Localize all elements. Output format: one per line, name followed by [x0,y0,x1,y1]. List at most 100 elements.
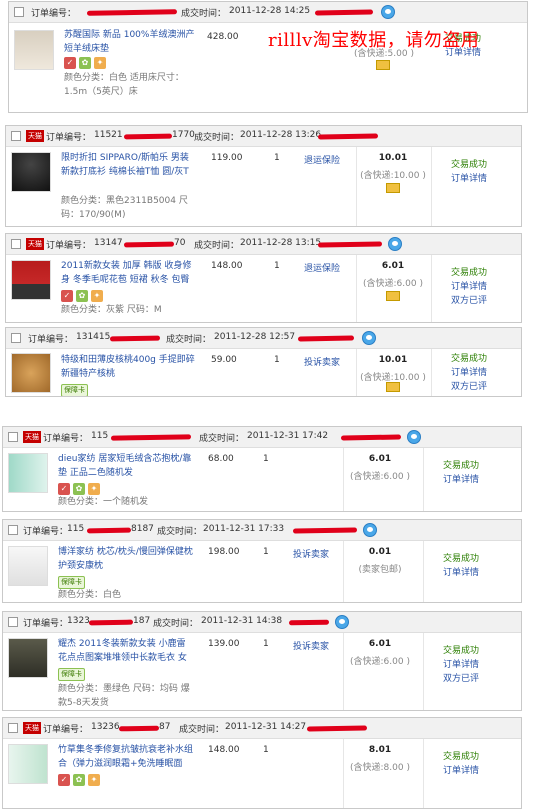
product-title[interactable]: 限时折扣 SIPPARO/斯帕乐 男装 新款打底衫 纯棉长袖T恤 圆/灰T [61,151,196,179]
leaf-icon: ✿ [79,57,91,69]
order-total: 8.01 [368,745,392,755]
order-number-tail: 87 [159,722,171,732]
return-insurance-link[interactable]: 退运保险 [304,153,340,166]
order-checkbox[interactable] [8,432,18,442]
order-detail-link[interactable]: 订单详情 [451,172,487,186]
order-detail-link[interactable]: 订单详情 [443,473,479,487]
order-checkbox[interactable] [11,333,21,343]
status-text: 交易成功 [443,646,480,656]
service-icons: ✓ ✿ ✦ [58,483,100,495]
payment-card-icon [386,291,400,301]
wangwang-chat-icon[interactable] [363,523,377,537]
payment-card-icon [386,382,400,392]
leaf-icon: ✿ [76,290,88,302]
product-title[interactable]: 特级和田薄皮核桃400g 手提即碎 新疆特产核桃 [61,353,196,381]
product-thumbnail[interactable] [8,546,48,586]
wangwang-chat-icon[interactable] [381,5,395,19]
order-total: 10.01 [378,355,408,365]
return-insurance-link[interactable]: 退运保险 [304,261,340,274]
wangwang-chat-icon[interactable] [362,331,376,345]
service-icons: 保障卡 [58,668,85,681]
product-title[interactable]: 博洋家纺 枕芯/枕头/慢回弹保健枕 护颈安康枕 [58,545,193,573]
product-thumbnail[interactable] [8,638,48,678]
deal-time: 2011-12-31 17:42 [247,431,329,441]
order-checkbox[interactable] [14,7,24,17]
unit-price: 148.00 [211,261,243,271]
product-title[interactable]: 耀杰 2011冬装新款女装 小鹿雷花点点图案堆堆领中长款毛衣 女 [58,637,193,665]
status-text: 交易成功 [443,554,480,564]
complain-seller-link[interactable]: 投诉卖家 [304,355,340,368]
product-title[interactable]: dieu家纺 居家短毛绒含芯抱枕/靠垫 正品二色随机发 [58,452,193,480]
wangwang-chat-icon[interactable] [407,430,421,444]
order-card: 订单编号： 115 8187 成交时间： 2011-12-31 17:33 博洋… [2,519,522,603]
redacted-order-number [118,725,160,732]
order-detail-link[interactable]: 订单详情 [443,566,479,580]
order-card: 订单编号： 1323 187 成交时间： 2011-12-31 14:38 耀杰… [2,611,522,711]
product-thumbnail[interactable] [11,152,51,192]
redacted-order-number [109,335,161,342]
both-reviewed-link[interactable]: 双方已评 [451,294,487,308]
order-checkbox[interactable] [8,525,18,535]
order-checkbox[interactable] [8,723,18,733]
tmall-icon: ✓ [61,290,73,302]
unit-price: 198.00 [208,547,240,557]
deal-time-label: 成交时间： [179,725,225,735]
both-reviewed-link[interactable]: 双方已评 [451,380,487,394]
shipping-note: (含快递:6.00 ) [350,472,410,482]
watermark: rilllv淘宝数据，请勿盗用 [268,30,480,51]
deal-time-label: 成交时间： [199,434,245,444]
order-number-tail: 70 [174,238,186,248]
deal-time: 2011-12-28 13:15 [240,238,322,248]
order-detail-link[interactable]: 订单详情 [451,280,487,294]
redacted-seller [340,434,402,441]
unit-price: 139.00 [208,639,240,649]
shipping-note: (含快递:6.00 ) [350,657,410,667]
order-checkbox[interactable] [11,239,21,249]
order-detail-link[interactable]: 订单详情 [443,764,479,778]
order-number: 13236 [91,722,120,732]
wangwang-chat-icon[interactable] [388,237,402,251]
quantity: 1 [263,745,269,755]
both-reviewed-link[interactable]: 双方已评 [443,672,479,686]
unit-price: 148.00 [208,745,240,755]
status-text: 交易成功 [443,461,480,471]
complain-seller-link[interactable]: 投诉卖家 [293,639,329,652]
deal-time-label: 成交时间： [157,527,203,537]
order-number-label: 订单编号： [43,434,89,444]
service-icons: ✓ ✿ ✦ [61,290,103,302]
divider [343,739,344,808]
complain-seller-link[interactable]: 投诉卖家 [293,547,329,560]
wangwang-chat-icon[interactable] [335,615,349,629]
badge-icon: ✦ [88,483,100,495]
product-thumbnail[interactable] [8,744,48,784]
status-text: 交易成功 [451,160,488,170]
product-sku: 颜色分类：白色 [58,590,122,600]
quantity: 1 [263,547,269,557]
order-checkbox[interactable] [11,131,21,141]
product-sku: 颜色分类：黑色2311B5004 尺码：170/90(M) [61,196,188,220]
order-number-tail: 1770 [172,130,195,140]
order-detail-link[interactable]: 订单详情 [451,366,487,380]
order-checkbox[interactable] [8,617,18,627]
order-total: 10.01 [378,153,408,163]
order-total: 6.01 [381,261,405,271]
product-sku: 颜色分类：一个随机发 [58,497,149,507]
order-detail-link[interactable]: 订单详情 [443,658,479,672]
product-title[interactable]: 2011新款女装 加厚 韩版 收身修身 冬季毛呢花苞 短裙 秋冬 包臀 [61,259,196,287]
order-number-label: 订单编号： [46,133,92,143]
product-thumbnail[interactable] [11,353,51,393]
product-title[interactable]: 苏醒国际 新品 100%羊绒澳洲产短羊绒床垫 [64,28,199,56]
badge-icon: ✦ [91,290,103,302]
product-thumbnail[interactable] [8,453,48,493]
redacted-order-number [86,9,178,16]
unit-price: 59.00 [211,355,237,365]
order-number-label: 订单编号： [43,725,89,735]
quantity: 1 [263,639,269,649]
product-thumbnail[interactable] [14,30,54,70]
guarantee-card-badge: 保障卡 [61,384,88,396]
order-header: 天猫 订单编号： 13236 87 成交时间： 2011-12-31 14:27 [3,718,521,739]
payment-card-icon [386,183,400,193]
product-thumbnail[interactable] [11,260,51,300]
product-title[interactable]: 竹草集冬季修复抗皱抗衰老补水组合（弹力滋润眼霜+免洗睡眠面 [58,743,193,771]
order-header: 订单编号： 131415 成交时间： 2011-12-28 12:57 [6,328,521,349]
